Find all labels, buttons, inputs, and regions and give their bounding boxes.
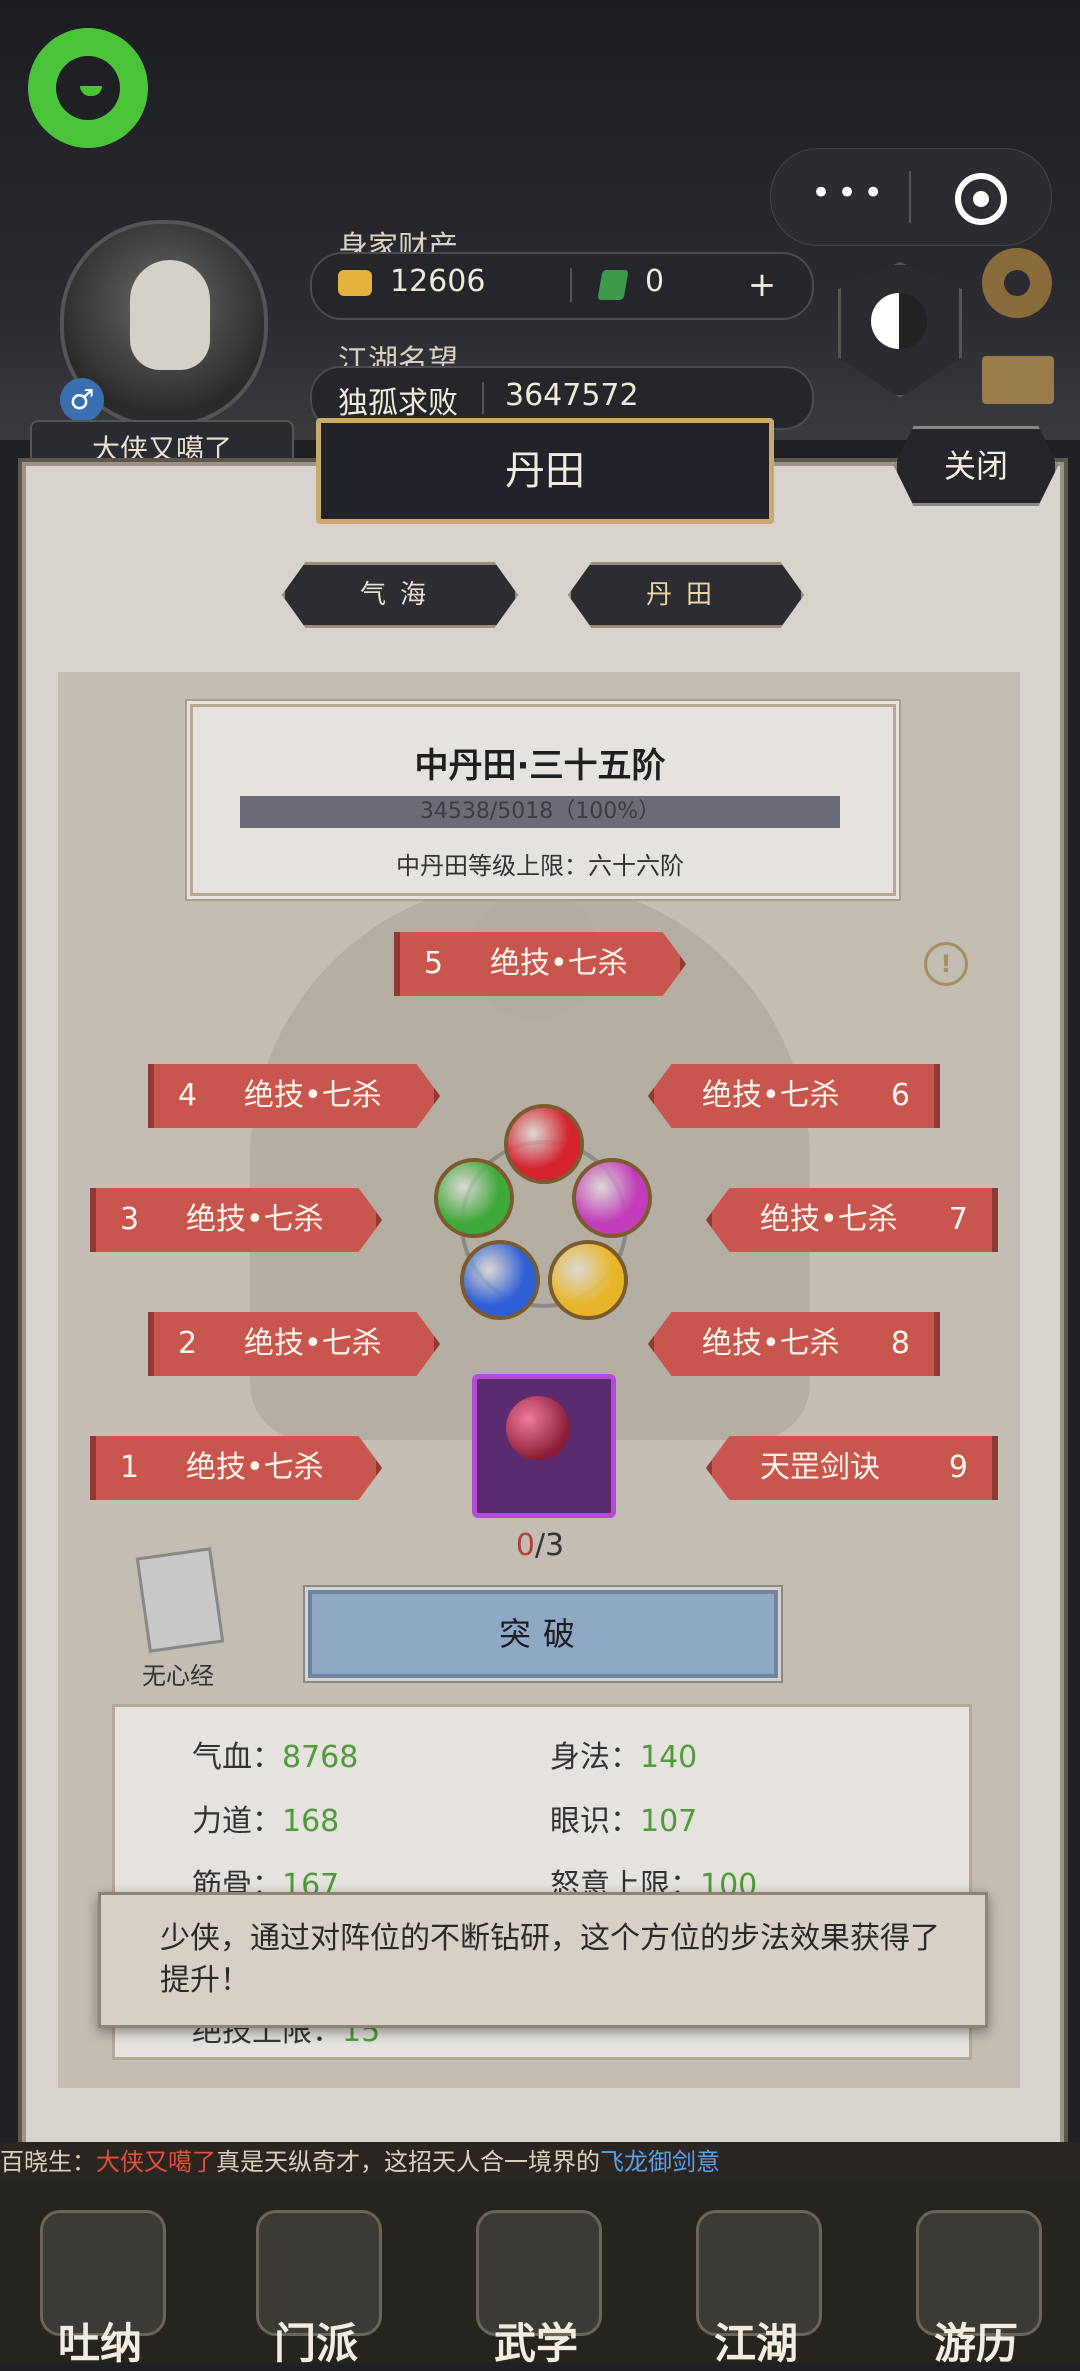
node-number: 8 bbox=[890, 1326, 910, 1361]
reputation-value: 3647572 bbox=[505, 378, 639, 413]
node-number: 9 bbox=[948, 1450, 968, 1485]
yellow-gem-icon[interactable] bbox=[548, 1240, 628, 1320]
tab-dantian[interactable]: 丹田 bbox=[568, 562, 804, 628]
node-number: 3 bbox=[120, 1202, 140, 1237]
level-cap: 中丹田等级上限：六十六阶 bbox=[396, 852, 684, 880]
node-name: 绝技•七杀 bbox=[244, 1078, 382, 1113]
green-gem-icon[interactable] bbox=[434, 1158, 514, 1238]
panel-title: 丹田 bbox=[316, 418, 774, 524]
breakthrough-button[interactable]: 突破 bbox=[308, 1590, 778, 1678]
info-icon[interactable]: ! bbox=[924, 942, 968, 986]
level-progress-text: 34538/5018（100%） bbox=[419, 799, 661, 824]
rank-title: 独孤求败 bbox=[338, 386, 458, 421]
node-8[interactable]: 绝技•七杀 8 bbox=[648, 1312, 940, 1376]
divider bbox=[570, 268, 572, 302]
book-icon[interactable] bbox=[135, 1547, 225, 1653]
stat-agility: 身法：140 bbox=[550, 1740, 698, 1775]
red-gem-icon[interactable] bbox=[504, 1104, 584, 1184]
news-ticker: 百晓生：大侠又噶了真是天纵奇才，这招天人合一境界的飞龙御剑意 bbox=[0, 2142, 1080, 2182]
node-number: 2 bbox=[178, 1326, 198, 1361]
mail-icon[interactable] bbox=[982, 356, 1054, 404]
node-number: 7 bbox=[948, 1202, 968, 1237]
node-name: 绝技•七杀 bbox=[244, 1326, 382, 1361]
node-number: 6 bbox=[890, 1078, 910, 1113]
node-2[interactable]: 2 绝技•七杀 bbox=[148, 1312, 440, 1376]
node-4[interactable]: 4 绝技•七杀 bbox=[148, 1064, 440, 1128]
nav-martial[interactable]: 武学 bbox=[446, 2200, 626, 2368]
gold-ingot-icon bbox=[338, 270, 372, 296]
more-icon[interactable]: ••• bbox=[811, 173, 889, 213]
stat-hp: 气血：8768 bbox=[192, 1740, 359, 1775]
app-logo-icon bbox=[28, 28, 148, 148]
blue-gem-icon[interactable] bbox=[460, 1240, 540, 1320]
node-name: 天罡剑诀 bbox=[760, 1450, 880, 1485]
level-title: 中丹田·三十五阶 bbox=[414, 746, 666, 786]
node-6[interactable]: 绝技•七杀 6 bbox=[648, 1064, 940, 1128]
node-name: 绝技•七杀 bbox=[186, 1202, 324, 1237]
stat-insight: 眼识：107 bbox=[550, 1804, 698, 1839]
crystal-ball-icon bbox=[506, 1396, 570, 1460]
gold-value: 12606 bbox=[390, 264, 486, 299]
nav-jianghu[interactable]: 江湖 bbox=[666, 2200, 846, 2368]
close-button[interactable]: 关闭 bbox=[894, 426, 1058, 506]
node-name: 绝技•七杀 bbox=[186, 1450, 324, 1485]
book-label: 无心经 bbox=[142, 1662, 214, 1690]
node-name: 绝技•七杀 bbox=[490, 946, 628, 981]
jade-value: 0 bbox=[645, 264, 665, 299]
close-program-icon[interactable] bbox=[955, 173, 1007, 225]
gender-male-icon: ♂ bbox=[60, 378, 104, 422]
purple-gem-icon[interactable] bbox=[572, 1158, 652, 1238]
stat-strength: 力道：168 bbox=[192, 1804, 340, 1839]
nav-sect[interactable]: 门派 bbox=[226, 2200, 406, 2368]
node-name: 绝技•七杀 bbox=[702, 1078, 840, 1113]
node-7[interactable]: 绝技•七杀 7 bbox=[706, 1188, 998, 1252]
slot-count: 0/3 bbox=[515, 1528, 565, 1563]
node-9[interactable]: 天罡剑诀 9 bbox=[706, 1436, 998, 1500]
toast-text: 少侠，通过对阵位的不断钻研，这个方位的步法效果获得了提升！ bbox=[160, 1921, 940, 1998]
mini-program-capsule[interactable]: ••• bbox=[770, 148, 1052, 246]
node-5[interactable]: 5 绝技•七杀 bbox=[394, 932, 686, 996]
node-name: 绝技•七杀 bbox=[702, 1326, 840, 1361]
jade-icon bbox=[597, 270, 629, 300]
node-1[interactable]: 1 绝技•七杀 bbox=[90, 1436, 382, 1500]
avatar-mask-icon bbox=[130, 260, 210, 370]
divider bbox=[482, 382, 484, 414]
taiji-icon bbox=[871, 293, 927, 349]
node-number: 5 bbox=[424, 946, 444, 981]
gear-icon[interactable] bbox=[982, 248, 1052, 318]
node-name: 绝技•七杀 bbox=[760, 1202, 898, 1237]
nav-tuna[interactable]: 吐纳 bbox=[10, 2200, 190, 2368]
node-number: 1 bbox=[120, 1450, 140, 1485]
node-number: 4 bbox=[178, 1078, 198, 1113]
wealth-bar bbox=[310, 252, 814, 320]
nav-travel[interactable]: 游历 bbox=[886, 2200, 1066, 2368]
add-currency-button[interactable]: + bbox=[742, 266, 782, 306]
tab-qihai[interactable]: 气海 bbox=[282, 562, 518, 628]
node-3[interactable]: 3 绝技•七杀 bbox=[90, 1188, 382, 1252]
